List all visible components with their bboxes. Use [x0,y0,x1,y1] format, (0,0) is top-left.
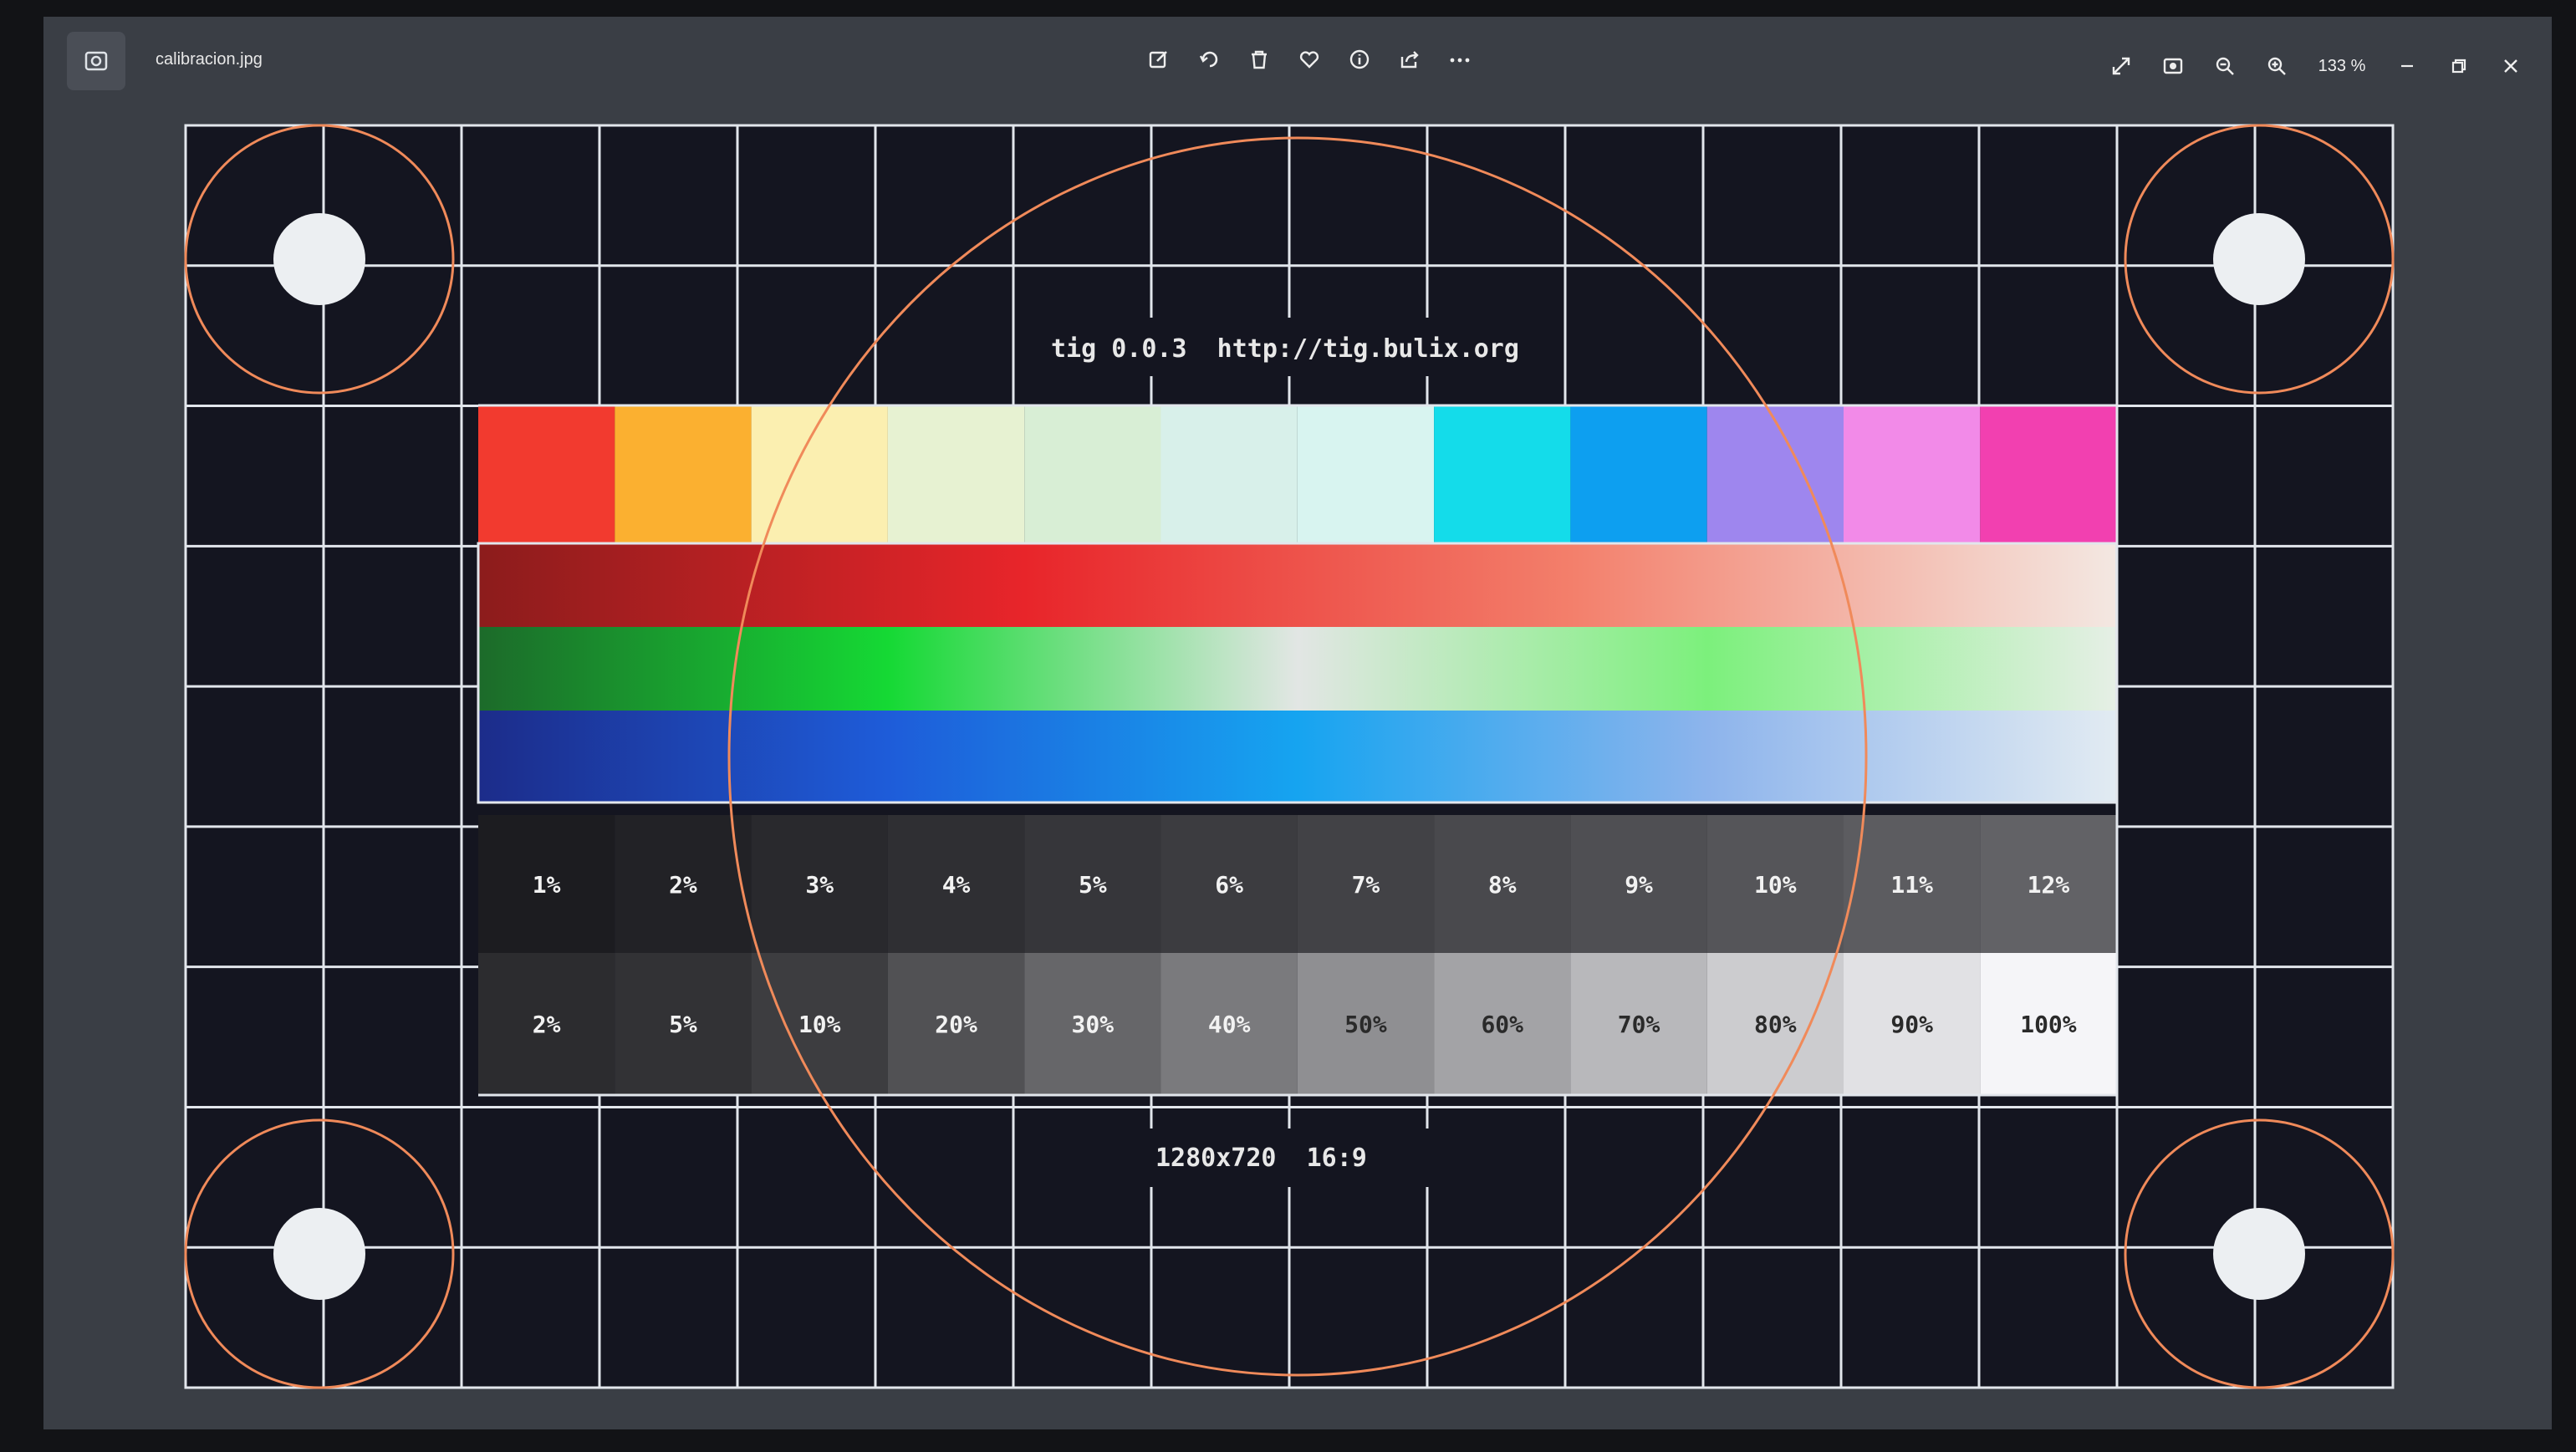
close-button[interactable] [2495,50,2527,82]
color-swatch [1434,405,1571,543]
minimize-button[interactable] [2391,50,2423,82]
gray-step-label: 60% [1481,1011,1523,1038]
color-swatch [1297,405,1435,543]
gray-step-label: 30% [1072,1011,1115,1038]
calibration-test-pattern: 1% 2% 3% 4% 5% 6% 7% 8% 9% 10% 11% 12% 2% 5% 10% 20% 30… [184,124,2395,1389]
close-icon [2504,59,2517,73]
gray-step-label: 90% [1890,1011,1933,1038]
dark-step-label: 9% [1625,871,1653,899]
gradient-bar-green [478,627,2117,711]
corner-dot [2213,213,2305,305]
photo-viewer-window: 1% 2% 3% 4% 5% 6% 7% 8% 9% 10% 11% 12% 2% 5% 10% 20% 30… [43,17,2552,1429]
color-swatch-row [478,405,2117,543]
gray-step-label: 40% [1208,1011,1251,1038]
window-controls: 133 % [2105,50,2527,82]
window-title: calibracion.jpg [156,50,263,69]
color-swatch [1980,405,2117,543]
dark-step-label: 12% [2028,871,2070,899]
delete-button[interactable] [1243,43,1275,75]
corner-dot [273,1208,365,1300]
delete-icon [1252,50,1267,69]
dark-step-label: 2% [669,871,697,899]
favorite-button[interactable] [1293,43,1325,75]
screenshot-button[interactable] [2157,50,2189,82]
fullscreen-button[interactable] [2105,50,2137,82]
more-button[interactable] [1444,43,1476,75]
dark-step-label: 1% [533,871,561,899]
gradient-bar-red [478,543,2117,627]
color-swatch [615,405,752,543]
image-toolbar [1143,43,1476,75]
zoom-out-icon [2216,57,2234,75]
dark-step-row: 1% 2% 3% 4% 5% 6% 7% 8% 9% 10% 11% 12% [478,815,2117,953]
dark-step-label: 6% [1215,871,1243,899]
color-swatch [1570,405,1707,543]
photos-app-icon[interactable] [67,32,125,90]
dark-step-label: 8% [1488,871,1517,899]
zoom-out-button[interactable] [2209,50,2241,82]
dark-step-label: 10% [1754,871,1797,899]
corner-dot [2213,1208,2305,1300]
dark-step-label: 7% [1352,871,1380,899]
gray-step-label: 2% [533,1011,561,1038]
rotate-icon [1199,51,1218,68]
color-swatch [1160,405,1298,543]
gray-step-label: 10% [798,1011,841,1038]
screenshot-icon [2163,58,2183,74]
color-swatch [887,405,1025,543]
zoom-level[interactable]: 133 % [2313,57,2371,76]
favorite-icon [1299,51,1319,69]
gray-step-label: 20% [935,1011,977,1038]
dark-step-label: 3% [805,871,834,899]
gray-step-row: 2% 5% 10% 20% 30% 40% 50% 60% 70% 80% 90% 100% [478,953,2117,1095]
pattern-header-text: tig 0.0.3 http://tig.bulix.org [1051,334,1519,364]
gradient-bar-blue [478,711,2117,802]
restore-button[interactable] [2443,50,2475,82]
minimize-icon [2401,64,2413,68]
info-icon [1349,49,1370,69]
gray-step-label: 50% [1344,1011,1387,1038]
fullscreen-icon [2112,57,2130,75]
color-swatch [1024,405,1161,543]
color-swatch [1844,405,1981,543]
share-icon [1400,51,1419,69]
gray-step-label: 70% [1618,1011,1660,1038]
title-bar: calibracion.jpg 133 % [43,17,2552,100]
share-button[interactable] [1394,43,1426,75]
info-button[interactable] [1344,43,1375,75]
edit-button[interactable] [1143,43,1175,75]
dark-step-label: 4% [942,871,971,899]
photos-app-icon-glyph [84,51,108,71]
dark-step-label: 11% [1890,871,1933,899]
zoom-in-icon [2267,57,2286,75]
corner-dot [273,213,365,305]
pattern-resolution-text: 1280x720 16:9 [1155,1144,1367,1173]
gray-step-label: 5% [669,1011,697,1038]
rotate-button[interactable] [1193,43,1225,75]
edit-icon [1149,51,1167,69]
more-icon [1450,58,1470,63]
gray-step-label: 80% [1754,1011,1797,1038]
color-swatch [478,405,615,543]
restore-icon [2451,59,2466,74]
gray-step-label: 100% [2020,1011,2077,1038]
dark-step-label: 5% [1079,871,1107,899]
zoom-in-button[interactable] [2261,50,2293,82]
